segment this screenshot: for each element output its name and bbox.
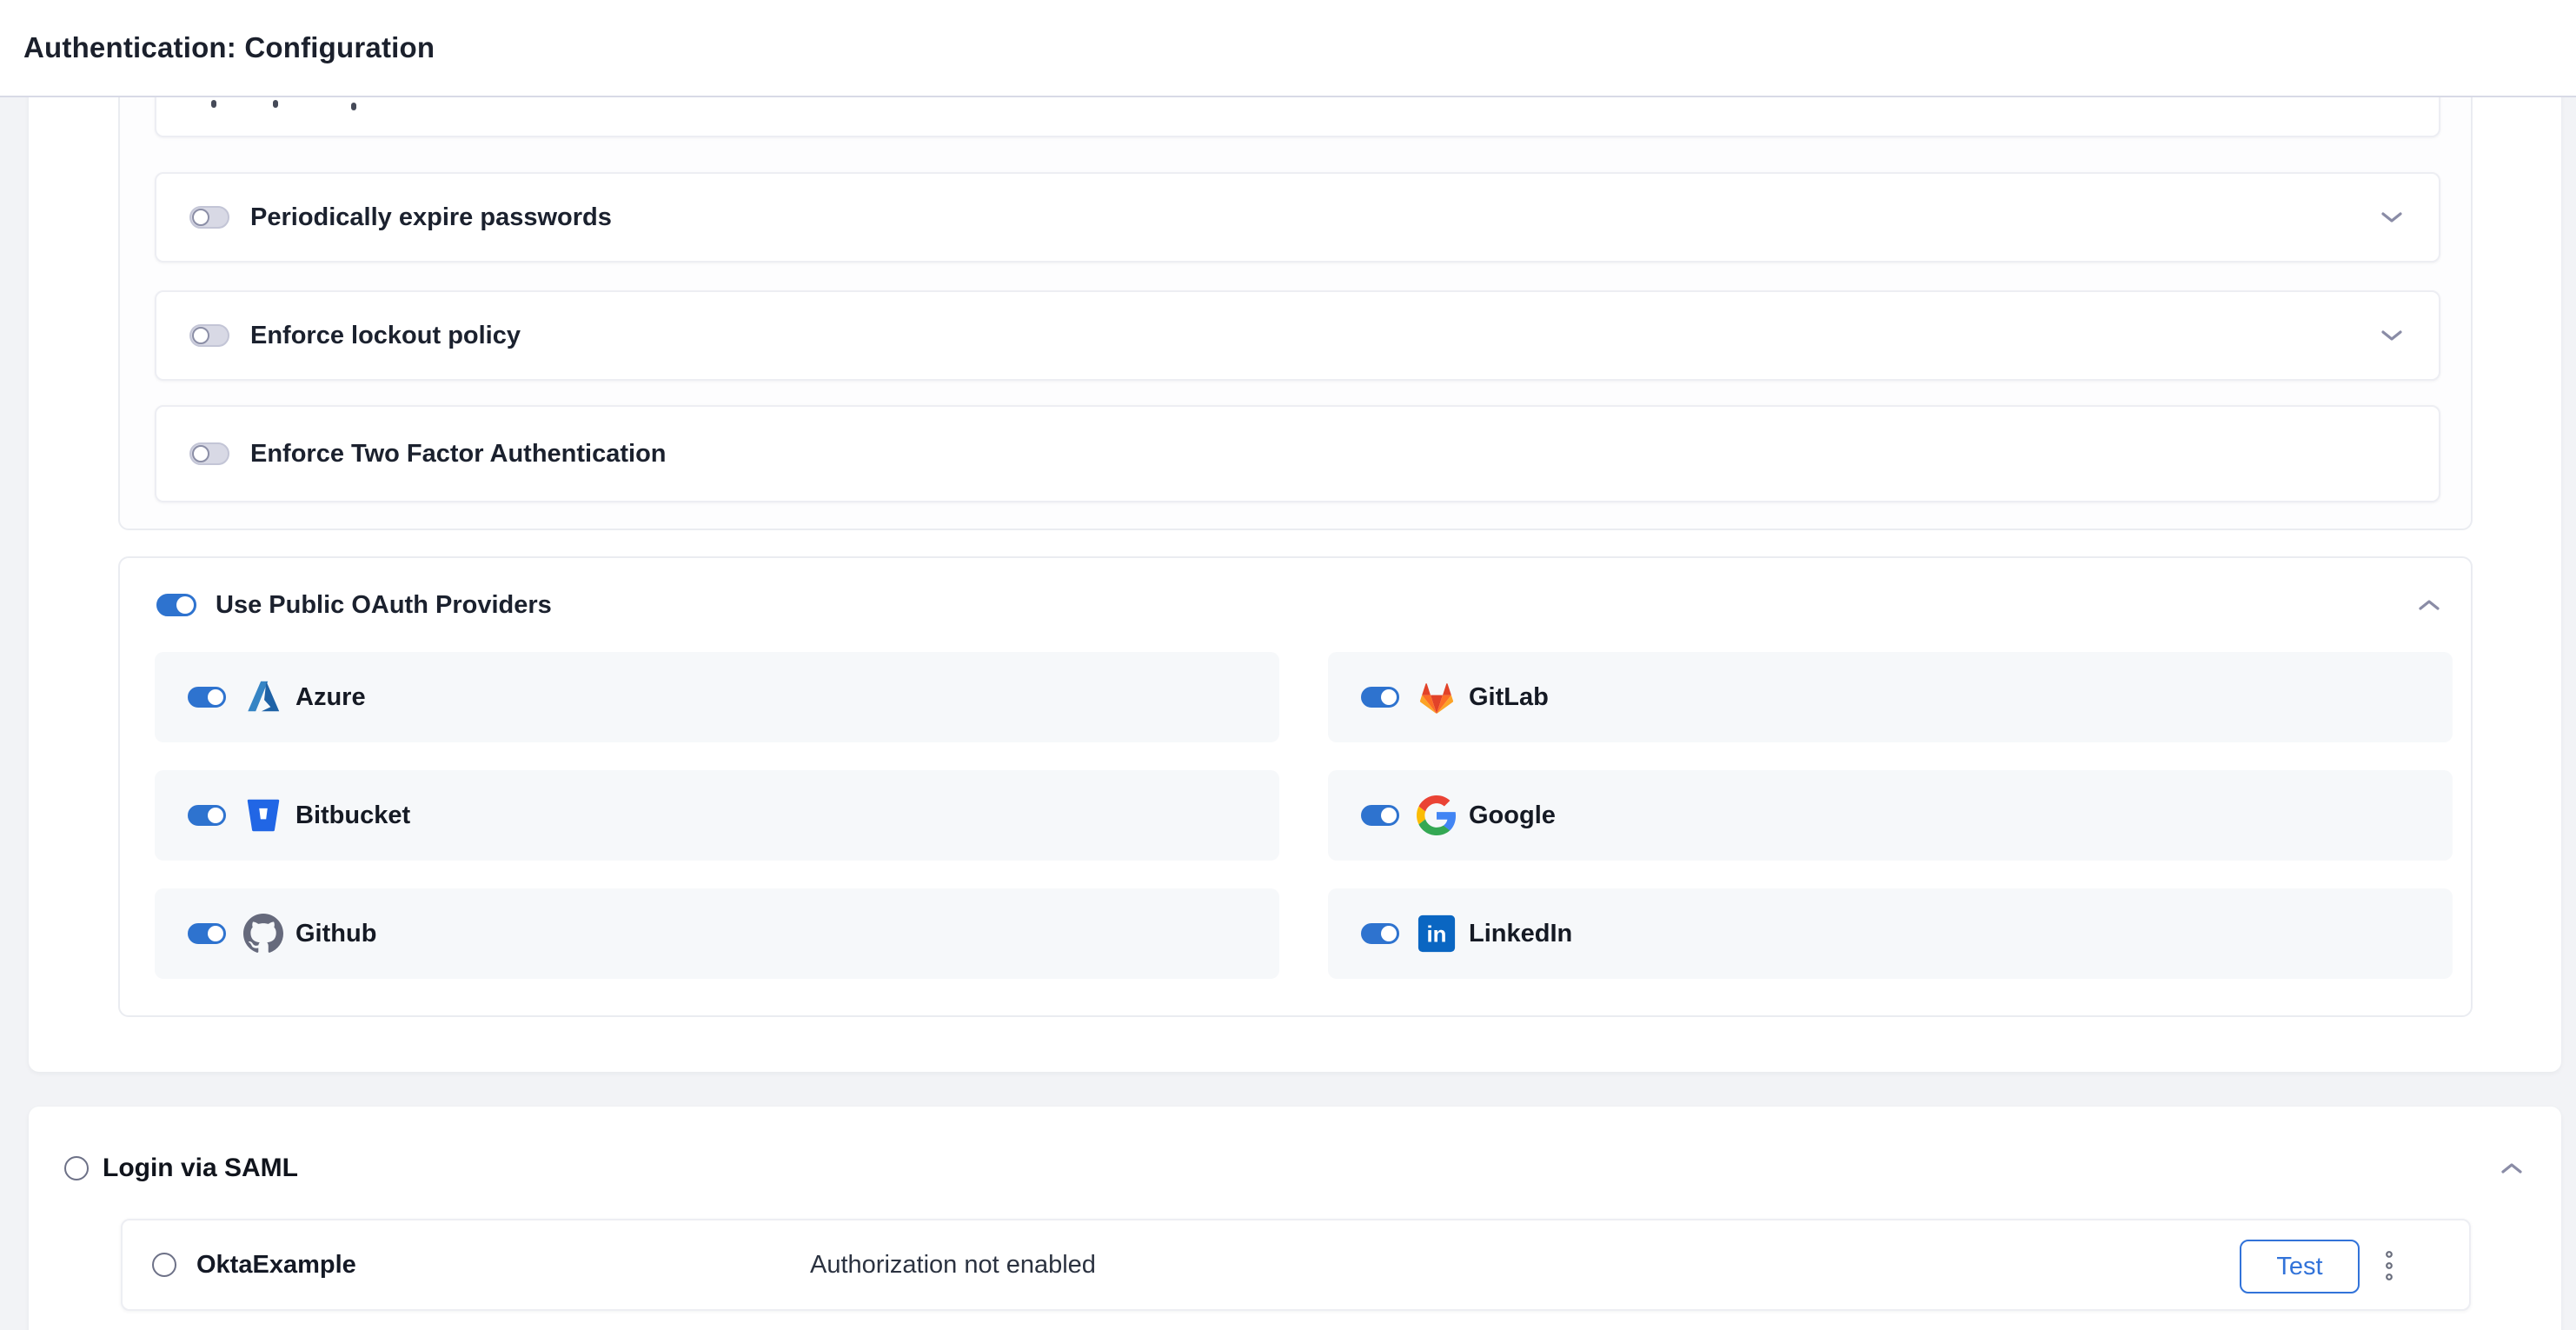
setting-toggle[interactable] bbox=[189, 442, 229, 465]
kebab-menu-icon[interactable] bbox=[2382, 1247, 2396, 1286]
clipped-text-fragment bbox=[211, 100, 216, 108]
saml-header-label: Login via SAML bbox=[103, 1154, 298, 1183]
provider-label: LinkedIn bbox=[1469, 920, 1572, 948]
saml-radio[interactable] bbox=[64, 1156, 89, 1180]
saml-provider-radio[interactable] bbox=[152, 1253, 176, 1277]
oauth-header-row: Use Public OAuth Providers bbox=[156, 581, 2445, 629]
security-setting-row[interactable]: Periodically expire passwords bbox=[155, 172, 2440, 263]
oauth-header-label: Use Public OAuth Providers bbox=[216, 591, 552, 620]
chevron-down-icon[interactable] bbox=[2380, 210, 2403, 224]
setting-toggle[interactable] bbox=[189, 324, 229, 347]
oauth-provider-row: Google bbox=[1328, 770, 2453, 861]
page-header: Authentication: Configuration bbox=[0, 0, 2576, 97]
security-setting-row[interactable]: Enforce Two Factor Authentication bbox=[155, 405, 2440, 502]
chevron-up-icon[interactable] bbox=[2418, 598, 2440, 612]
oauth-provider-grid: Azure GitLab Bitbucket Google Github in … bbox=[155, 652, 2453, 979]
setting-toggle[interactable] bbox=[189, 206, 229, 229]
gitlab-icon bbox=[1417, 677, 1457, 717]
provider-label: Google bbox=[1469, 801, 1556, 830]
toggle-knob bbox=[192, 327, 209, 344]
azure-icon bbox=[243, 677, 283, 717]
oauth-provider-row: GitLab bbox=[1328, 652, 2453, 742]
oauth-provider-row: in LinkedIn bbox=[1328, 888, 2453, 979]
chevron-up-icon[interactable] bbox=[2500, 1161, 2523, 1175]
page: Periodically expire passwords Enforce lo… bbox=[0, 0, 2576, 1330]
setting-label: Periodically expire passwords bbox=[250, 203, 612, 232]
saml-provider-name: OktaExample bbox=[196, 1251, 356, 1280]
provider-label: Github bbox=[295, 920, 376, 948]
setting-label: Enforce lockout policy bbox=[250, 322, 521, 350]
oauth-group: Use Public OAuth Providers Azure GitLab … bbox=[118, 556, 2473, 1017]
provider-label: Azure bbox=[295, 683, 366, 712]
toggle-knob bbox=[208, 926, 223, 941]
oauth-master-toggle[interactable] bbox=[156, 594, 196, 616]
page-title: Authentication: Configuration bbox=[0, 31, 435, 64]
toggle-knob bbox=[1381, 689, 1397, 705]
chevron-down-icon[interactable] bbox=[2380, 329, 2403, 342]
oauth-provider-row: Github bbox=[155, 888, 1279, 979]
saml-provider-row: OktaExample Authorization not enabled Te… bbox=[121, 1219, 2471, 1311]
provider-toggle[interactable] bbox=[188, 687, 226, 708]
toggle-knob bbox=[176, 596, 194, 614]
toggle-knob bbox=[192, 445, 209, 462]
provider-toggle[interactable] bbox=[1361, 923, 1399, 944]
provider-toggle[interactable] bbox=[188, 805, 226, 826]
toggle-knob bbox=[208, 689, 223, 705]
github-icon bbox=[243, 914, 283, 954]
bitbucket-icon bbox=[243, 795, 283, 835]
saml-panel: Login via SAML OktaExample Authorization… bbox=[29, 1107, 2561, 1330]
test-button[interactable]: Test bbox=[2240, 1240, 2360, 1293]
security-setting-row[interactable]: Enforce lockout policy bbox=[155, 290, 2440, 381]
toggle-knob bbox=[192, 209, 209, 226]
provider-toggle[interactable] bbox=[1361, 687, 1399, 708]
toggle-knob bbox=[208, 808, 223, 823]
oauth-provider-row: Bitbucket bbox=[155, 770, 1279, 861]
google-icon bbox=[1417, 795, 1457, 835]
oauth-provider-row: Azure bbox=[155, 652, 1279, 742]
svg-text:in: in bbox=[1427, 923, 1447, 948]
provider-toggle[interactable] bbox=[1361, 805, 1399, 826]
provider-label: Bitbucket bbox=[295, 801, 410, 830]
saml-header-row: Login via SAML bbox=[64, 1144, 298, 1193]
provider-toggle[interactable] bbox=[188, 923, 226, 944]
setting-label: Enforce Two Factor Authentication bbox=[250, 440, 667, 469]
linkedin-icon: in bbox=[1417, 914, 1457, 954]
clipped-text-fragment bbox=[273, 100, 278, 108]
toggle-knob bbox=[1381, 926, 1397, 941]
auth-config-panel: Periodically expire passwords Enforce lo… bbox=[29, 0, 2561, 1072]
saml-provider-status: Authorization not enabled bbox=[810, 1251, 1096, 1280]
clipped-text-fragment bbox=[351, 103, 356, 110]
toggle-knob bbox=[1381, 808, 1397, 823]
provider-label: GitLab bbox=[1469, 683, 1549, 712]
